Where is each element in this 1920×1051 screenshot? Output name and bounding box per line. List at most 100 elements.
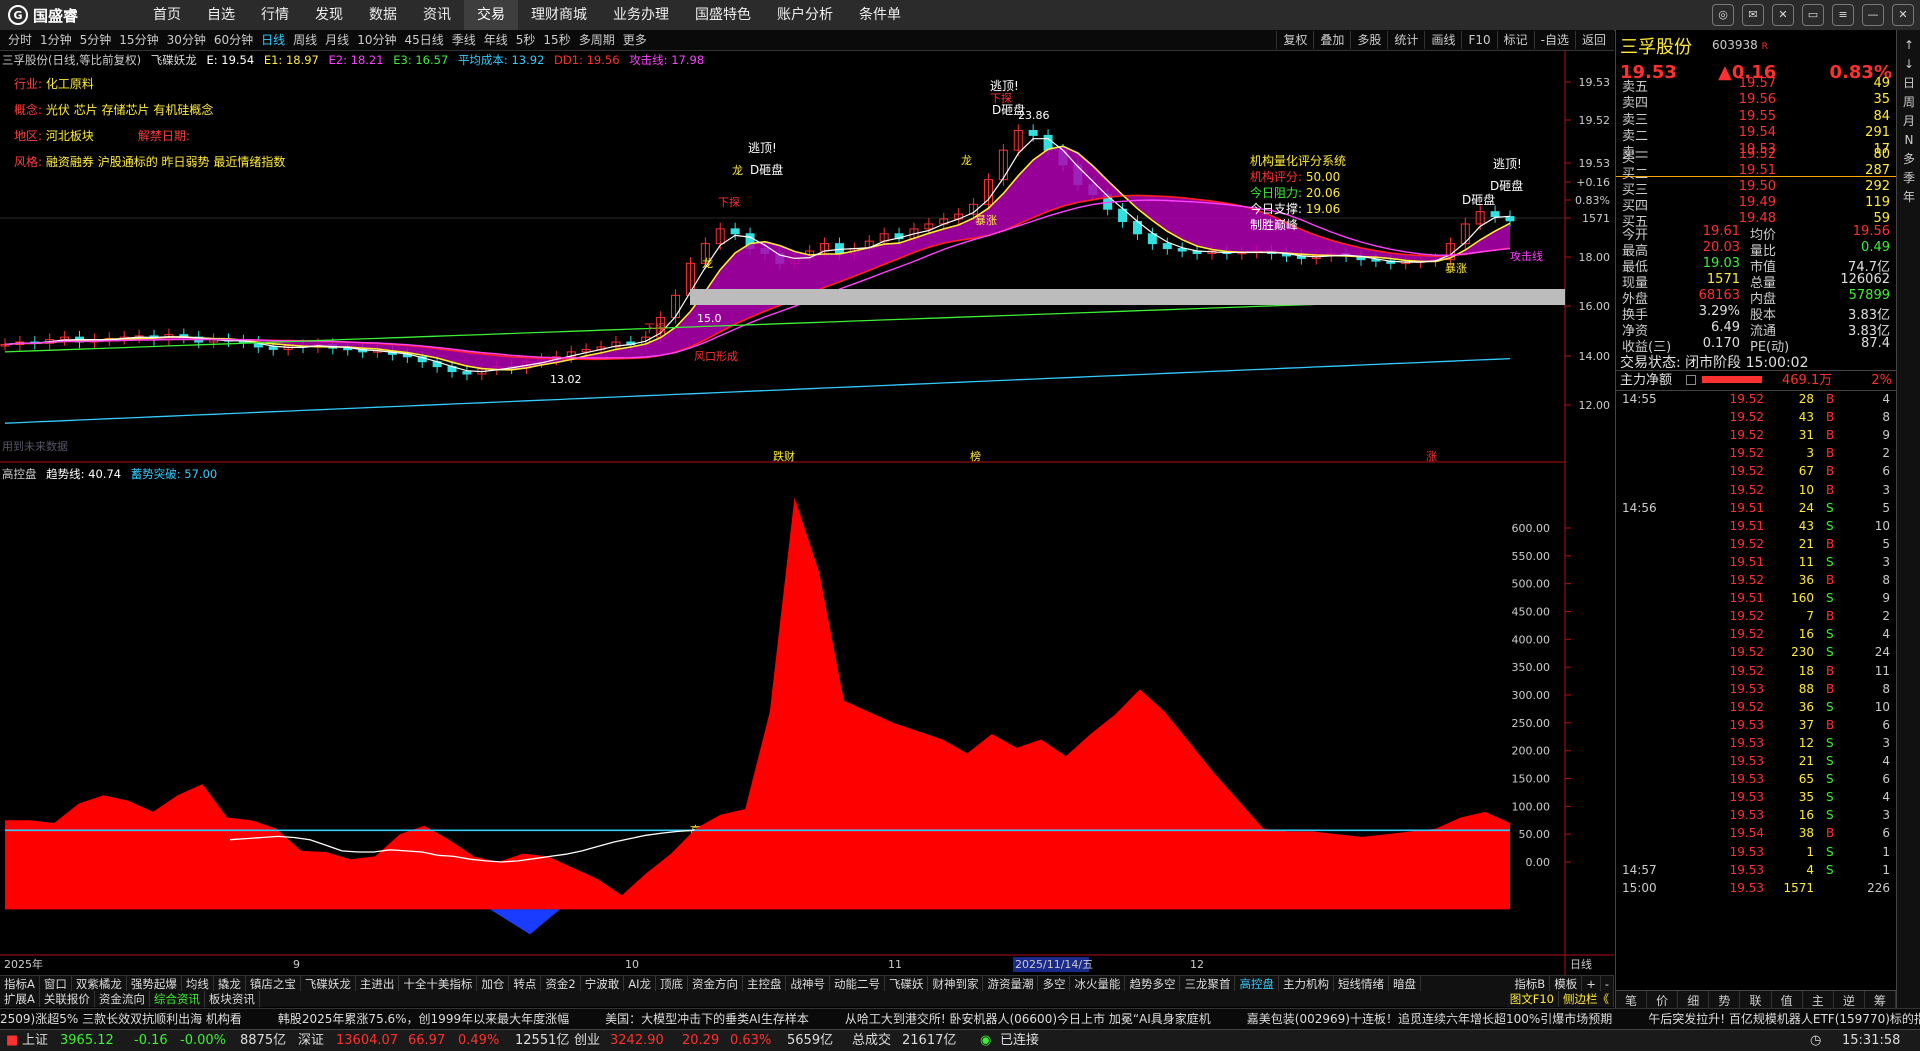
side-tab[interactable]: 日 xyxy=(1903,74,1915,93)
side-tab[interactable]: 多 xyxy=(1903,150,1915,169)
nav-item[interactable]: 账户分析 xyxy=(764,0,846,30)
period-tab[interactable]: 10分钟 xyxy=(353,30,400,50)
nav-item[interactable]: 理财商城 xyxy=(518,0,600,30)
kline-chart-area[interactable]: 逃顶!逃顶!逃顶!D砸盘D砸盘D砸盘D砸盘下探下探下探龙龙龙暴涨暴涨23.861… xyxy=(0,50,1614,1010)
flow-toggle-icon[interactable] xyxy=(1686,375,1696,385)
indicator-tab[interactable]: 窗口 xyxy=(40,976,72,992)
minimize-icon[interactable]: — xyxy=(1862,4,1884,26)
indicator-tab[interactable]: 加仓 xyxy=(477,976,510,992)
indicator-tab[interactable]: 宁波敢 xyxy=(581,976,625,992)
indicator-tab[interactable]: AI龙 xyxy=(624,976,656,992)
indicator-tab[interactable]: 财神到家 xyxy=(928,976,984,992)
message-icon[interactable]: ✉ xyxy=(1742,4,1764,26)
chart-tool-button[interactable]: 复权 xyxy=(1276,31,1313,49)
nav-item[interactable]: 数据 xyxy=(356,0,410,30)
period-tab[interactable]: 5秒 xyxy=(512,30,540,50)
nav-item[interactable]: 资讯 xyxy=(410,0,464,30)
side-tab[interactable]: 周 xyxy=(1903,93,1915,112)
indicator-tab[interactable]: 镇店之宝 xyxy=(246,976,301,992)
side-tab[interactable]: ↓ xyxy=(1904,55,1914,74)
chart-tool-button[interactable]: 返回 xyxy=(1574,31,1612,49)
sub-indicator-name[interactable]: 高控盘 xyxy=(2,467,37,481)
news-item[interactable]: 2509)涨超5% 三款长效双抗顺利出海 机构看 xyxy=(0,1012,242,1026)
news-ticker[interactable]: 2509)涨超5% 三款长效双抗顺利出海 机构看 韩股2025年累涨75.6%，创… xyxy=(0,1008,1920,1029)
indicator-tab[interactable]: 飞碟妖龙 xyxy=(301,976,356,992)
close-icon[interactable]: ✕ xyxy=(1892,4,1914,26)
period-tab[interactable]: 周线 xyxy=(289,30,321,50)
info-tab[interactable]: 扩展A xyxy=(0,991,40,1007)
indicator-tab[interactable]: 强势起爆 xyxy=(127,976,182,992)
period-tab[interactable]: 5分钟 xyxy=(76,30,116,50)
tools-icon[interactable]: ✕ xyxy=(1772,4,1794,26)
indicator-tab[interactable]: 战神号 xyxy=(786,976,830,992)
period-tab[interactable]: 60分钟 xyxy=(210,30,257,50)
side-tab[interactable]: 年 xyxy=(1903,188,1915,207)
indicator-tab[interactable]: 高控盘 xyxy=(1235,976,1279,992)
indicator-name[interactable]: 飞碟妖龙 xyxy=(151,53,197,67)
side-tab[interactable]: N xyxy=(1905,131,1914,150)
chart-tool-button[interactable]: 多股 xyxy=(1350,31,1387,49)
nav-item[interactable]: 首页 xyxy=(140,0,194,30)
side-tab[interactable]: 月 xyxy=(1903,112,1915,131)
news-item[interactable]: 嘉美包装(002969)十连板！追觅连续六年增长超100%引爆市场预期 xyxy=(1247,1012,1612,1026)
period-tab[interactable]: 30分钟 xyxy=(163,30,210,50)
indicator-tab[interactable]: 冰火量能 xyxy=(1070,976,1126,992)
nav-item[interactable]: 发现 xyxy=(302,0,356,30)
chart-tool-button[interactable]: F10 xyxy=(1461,31,1496,49)
period-tab[interactable]: 15秒 xyxy=(539,30,574,50)
indicator-tab[interactable]: 飞碟妖 xyxy=(885,976,929,992)
indicator-tab[interactable]: 均线 xyxy=(182,976,214,992)
info-tab[interactable]: 关联报价 xyxy=(40,991,95,1007)
period-tab[interactable]: 更多 xyxy=(619,30,651,50)
indicator-tab[interactable]: 资金2 xyxy=(541,976,581,992)
chat-icon[interactable]: ◎ xyxy=(1712,4,1734,26)
indicator-tab[interactable]: 指标A xyxy=(0,976,40,992)
info-tab[interactable]: 综合资讯 xyxy=(150,991,205,1007)
chart-tool-button[interactable]: 画线 xyxy=(1424,31,1461,49)
indicator-tool[interactable]: - xyxy=(1601,976,1614,992)
nav-item[interactable]: 业务办理 xyxy=(600,0,682,30)
period-tab[interactable]: 日线 xyxy=(257,30,289,50)
screen-icon[interactable]: ▭ xyxy=(1802,4,1824,26)
nav-item[interactable]: 行情 xyxy=(248,0,302,30)
indicator-tab[interactable]: 多空 xyxy=(1038,976,1071,992)
chart-tool-button[interactable]: 叠加 xyxy=(1313,31,1350,49)
news-item[interactable]: 美国：大模型冲击下的垂类AI生存样本 xyxy=(605,1012,809,1026)
news-item[interactable]: 韩股2025年累涨75.6%，创1999年以来最大年度涨幅 xyxy=(278,1012,569,1026)
side-tab[interactable]: ↑ xyxy=(1904,36,1914,55)
indicator-tab[interactable]: 转点 xyxy=(509,976,542,992)
period-tab[interactable]: 季线 xyxy=(448,30,480,50)
indicator-tab[interactable]: 十全十美指标 xyxy=(399,976,478,992)
indicator-tab[interactable]: 动能二号 xyxy=(830,976,885,992)
period-tab[interactable]: 多周期 xyxy=(575,30,619,50)
info-tool[interactable]: 图文F10 xyxy=(1506,991,1559,1007)
period-tab[interactable]: 分时 xyxy=(4,30,36,50)
period-tab[interactable]: 月线 xyxy=(321,30,353,50)
menu-icon[interactable]: ≡ xyxy=(1832,4,1854,26)
nav-item[interactable]: 交易 xyxy=(464,0,518,30)
period-tab[interactable]: 15分钟 xyxy=(115,30,162,50)
indicator-tab[interactable]: 短线情绪 xyxy=(1334,976,1389,992)
indicator-tool[interactable]: + xyxy=(1582,976,1601,992)
indicator-tab[interactable]: 主进出 xyxy=(356,976,400,992)
indicator-tab[interactable]: 资金方向 xyxy=(688,976,743,992)
period-tab[interactable]: 1分钟 xyxy=(36,30,76,50)
indicator-tab[interactable]: 主力机构 xyxy=(1279,976,1334,992)
indicator-tab[interactable]: 顶底 xyxy=(656,976,688,992)
info-tab[interactable]: 板块资讯 xyxy=(205,991,260,1007)
indicator-tab[interactable]: 双紫橘龙 xyxy=(72,976,127,992)
nav-item[interactable]: 自选 xyxy=(194,0,248,30)
indicator-tool[interactable]: 指标B xyxy=(1510,976,1551,992)
indicator-tab[interactable]: 趋势多空 xyxy=(1125,976,1181,992)
nav-item[interactable]: 条件单 xyxy=(846,0,914,30)
info-tab[interactable]: 资金流向 xyxy=(95,991,150,1007)
period-tab[interactable]: 年线 xyxy=(480,30,512,50)
nav-item[interactable]: 国盛特色 xyxy=(682,0,764,30)
side-tab[interactable]: 季 xyxy=(1903,169,1915,188)
chart-tool-button[interactable]: 标记 xyxy=(1496,31,1534,49)
chart-tool-button[interactable]: 统计 xyxy=(1387,31,1424,49)
indicator-tab[interactable]: 三龙聚首 xyxy=(1180,976,1236,992)
indicator-tab[interactable]: 主控盘 xyxy=(743,976,787,992)
news-item[interactable]: 午后突发拉升! 百亿规模机器人ETF(159770)标的指 xyxy=(1648,1012,1920,1026)
indicator-tab[interactable]: 游资量潮 xyxy=(983,976,1039,992)
